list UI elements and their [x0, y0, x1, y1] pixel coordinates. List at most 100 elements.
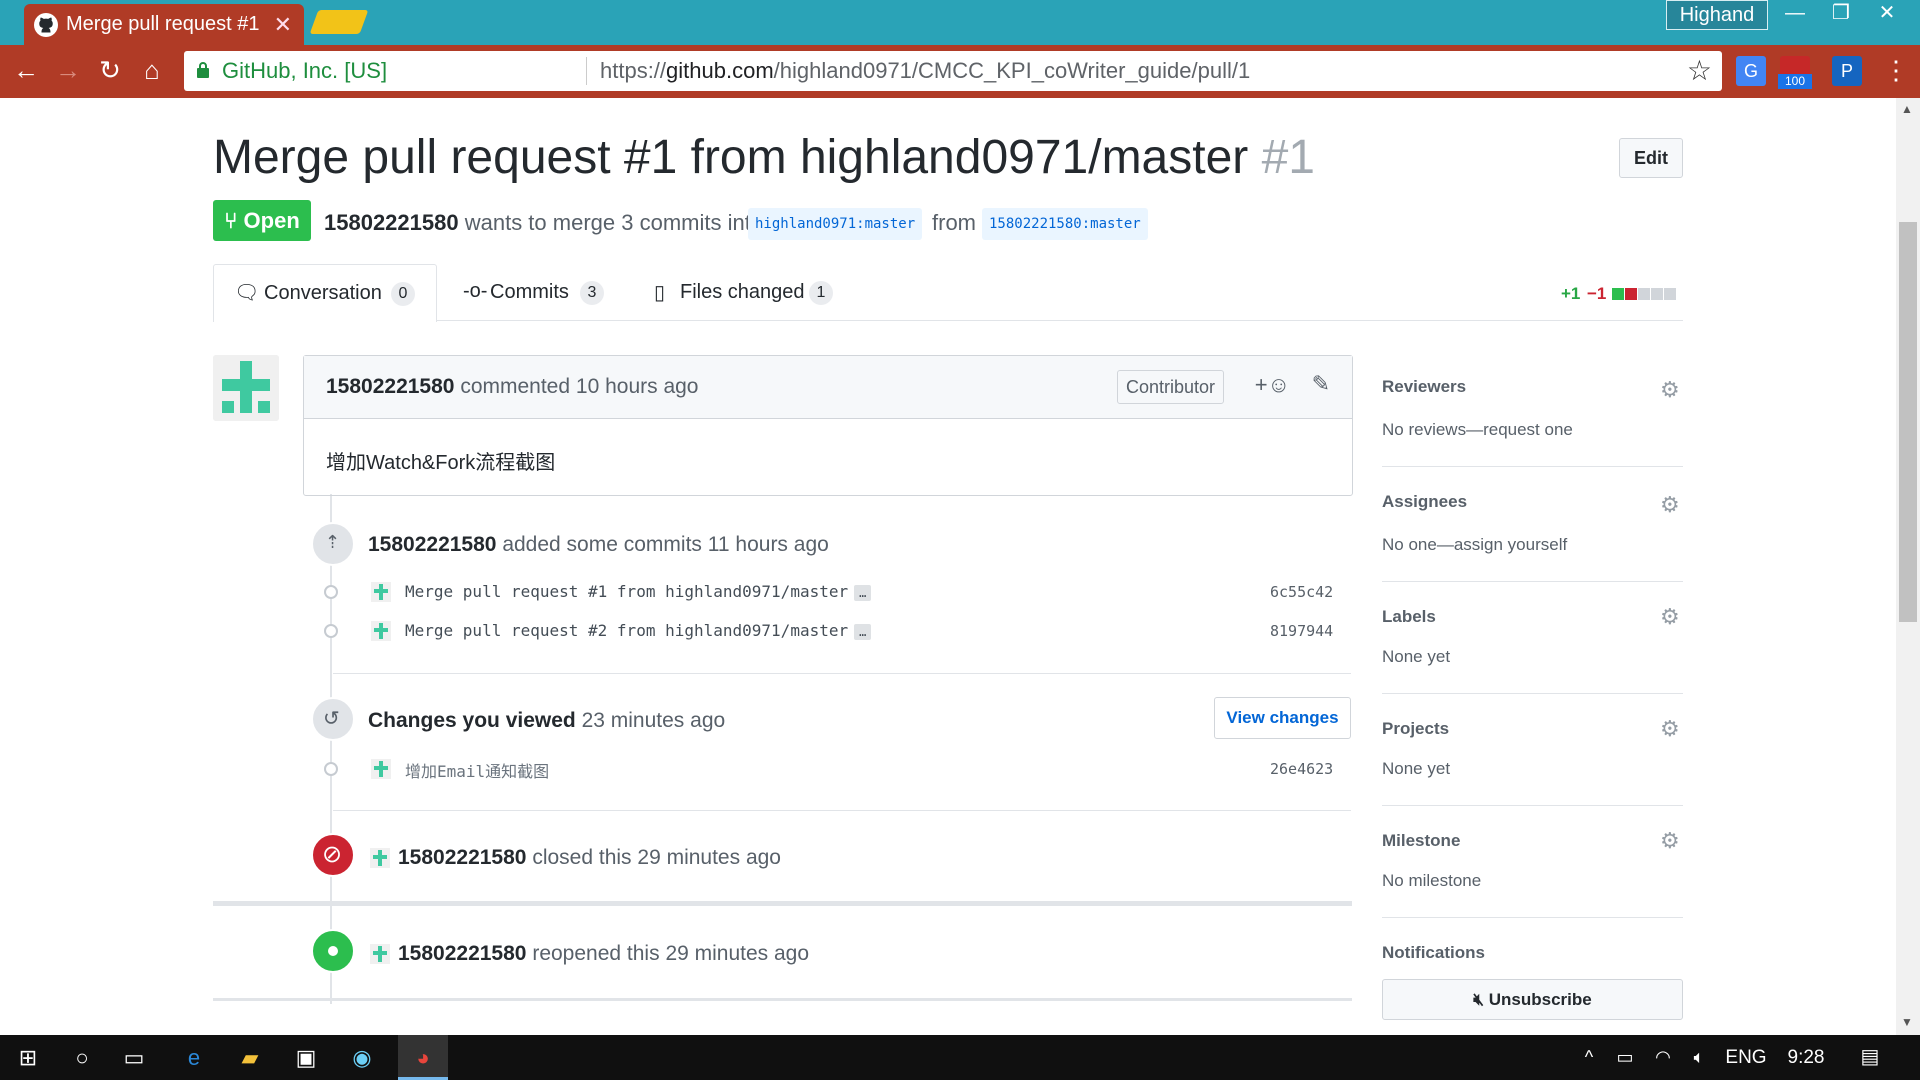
pr-state-badge: ⑂ Open: [213, 200, 311, 241]
edit-pencil-icon[interactable]: ✎: [1312, 371, 1330, 397]
url-text: https://github.com/highland0971/CMCC_KPI…: [600, 58, 1251, 83]
labels-heading[interactable]: Labels: [1382, 607, 1436, 627]
commit-author-avatar[interactable]: [371, 759, 391, 779]
task-view-icon[interactable]: ▭: [114, 1035, 154, 1080]
diffstat-deletions: −1: [1587, 284, 1607, 303]
commit-message[interactable]: Merge pull request #2 from highland0971/…: [405, 621, 872, 640]
commit-sha[interactable]: 6c55c42: [1270, 583, 1333, 601]
milestone-heading[interactable]: Milestone: [1382, 831, 1460, 851]
assignees-value[interactable]: No one—assign yourself: [1382, 535, 1567, 555]
new-tab-button[interactable]: [309, 10, 369, 34]
home-icon[interactable]: ⌂: [134, 52, 170, 88]
edge-browser-icon[interactable]: e: [174, 1035, 214, 1080]
commit-author-avatar[interactable]: [371, 582, 391, 602]
clock[interactable]: 9:28: [1778, 1035, 1834, 1080]
unsubscribe-button[interactable]: 🔇︎ Unsubscribe: [1382, 979, 1683, 1020]
volume-muted-icon[interactable]: 🔈︎: [1684, 1035, 1714, 1080]
tab-counter: 3: [580, 281, 604, 305]
comment-discussion-icon: 🗨: [234, 282, 260, 304]
diffstat-block: [1638, 288, 1650, 300]
divider: [1382, 581, 1683, 582]
windows-start-icon[interactable]: ⊞: [8, 1035, 48, 1080]
file-explorer-icon[interactable]: ▰: [230, 1035, 270, 1080]
restore-icon[interactable]: ❐: [1818, 0, 1864, 28]
file-diff-icon: ▯: [654, 282, 666, 304]
commit-message[interactable]: 增加Email通知截图: [405, 758, 549, 782]
action-center-icon[interactable]: ▤: [1848, 1035, 1892, 1080]
reviewers-value[interactable]: No reviews—request one: [1382, 420, 1573, 440]
reopened-dot-icon: [311, 929, 355, 973]
divider: [1382, 693, 1683, 694]
assignees-heading[interactable]: Assignees: [1382, 492, 1467, 512]
add-reaction-icon[interactable]: +☺: [1255, 372, 1290, 398]
extension-icon[interactable]: P: [1832, 56, 1862, 86]
tray-chevron-icon[interactable]: ^: [1576, 1035, 1602, 1080]
timeline-line: [330, 494, 332, 1004]
view-changes-button[interactable]: View changes: [1214, 697, 1351, 739]
github-logo-icon: [34, 13, 58, 37]
changes-viewed-event: Changes you viewed 23 minutes ago: [368, 709, 726, 732]
cortana-search-icon[interactable]: ○: [62, 1035, 102, 1080]
store-icon[interactable]: ▣: [286, 1035, 326, 1080]
window-close-icon[interactable]: ✕: [1864, 0, 1910, 28]
diffstat-block: [1664, 288, 1676, 300]
browser-tab[interactable]: Merge pull request #1 ✕: [24, 4, 304, 45]
reload-icon[interactable]: ↻: [92, 52, 128, 88]
bookmark-star-icon[interactable]: ☆: [1687, 54, 1712, 87]
scrollbar-thumb[interactable]: [1899, 222, 1917, 622]
reviewers-gear-icon[interactable]: ⚙: [1660, 377, 1682, 402]
reviewers-heading[interactable]: Reviewers: [1382, 377, 1466, 397]
event-author-avatar[interactable]: [370, 944, 390, 964]
projects-gear-icon[interactable]: ⚙: [1660, 716, 1682, 741]
security-label: GitHub, Inc. [US]: [222, 58, 388, 83]
from-text: from: [932, 210, 976, 235]
diffstat-block: [1651, 288, 1663, 300]
scroll-down-icon[interactable]: ▼: [1901, 1015, 1913, 1029]
assignees-gear-icon[interactable]: ⚙: [1660, 492, 1682, 517]
avatar[interactable]: [213, 355, 279, 421]
scroll-up-icon[interactable]: ▲: [1901, 102, 1913, 116]
divider: [1382, 466, 1683, 467]
commits-added-event: 15802221580 added some commits 11 hours …: [368, 533, 829, 556]
back-arrow-icon[interactable]: ←: [8, 52, 44, 88]
diffstat-additions: +1: [1561, 284, 1581, 303]
tab-files-changed[interactable]: ▯ Files changed 1: [652, 264, 842, 321]
event-author-avatar[interactable]: [370, 848, 390, 868]
edit-title-button[interactable]: Edit: [1619, 138, 1683, 178]
translate-extension-icon[interactable]: G: [1736, 56, 1766, 86]
projects-value: None yet: [1382, 759, 1451, 778]
commit-author-avatar[interactable]: [371, 621, 391, 641]
address-bar[interactable]: GitHub, Inc. [US] https://github.com/hig…: [184, 51, 1722, 91]
app-icon[interactable]: ◉: [342, 1035, 382, 1080]
labels-gear-icon[interactable]: ⚙: [1660, 604, 1682, 629]
projects-heading[interactable]: Projects: [1382, 719, 1449, 739]
comment-card: 15802221580 commented 10 hours ago Contr…: [303, 355, 1353, 496]
commit-dot-icon: [324, 762, 338, 776]
tab-title: Merge pull request #1: [66, 13, 260, 35]
timeline-break: [213, 998, 1352, 1001]
milestone-gear-icon[interactable]: ⚙: [1660, 828, 1682, 853]
divider: [333, 810, 1351, 811]
base-branch[interactable]: highland0971:master: [748, 208, 923, 240]
tab-close-icon[interactable]: ✕: [274, 12, 292, 38]
tab-counter: 1: [809, 281, 833, 305]
commit-message[interactable]: Merge pull request #1 from highland0971/…: [405, 582, 872, 601]
profile-button[interactable]: Highand: [1666, 0, 1768, 30]
tab-conversation[interactable]: 🗨 Conversation 0: [213, 264, 437, 322]
forward-arrow-icon[interactable]: →: [50, 52, 86, 88]
notifications-heading: Notifications: [1382, 943, 1485, 962]
menu-icon[interactable]: ⋮: [1878, 52, 1914, 88]
adblock-extension-icon[interactable]: 100: [1778, 56, 1812, 89]
minimize-icon[interactable]: —: [1772, 0, 1818, 28]
page-title: Merge pull request #1 from highland0971/…: [213, 131, 1315, 184]
language-indicator[interactable]: ENG: [1718, 1035, 1774, 1080]
commit-sha[interactable]: 26e4623: [1270, 760, 1333, 778]
commit-dot-icon: [324, 585, 338, 599]
head-branch[interactable]: 15802221580:master: [982, 208, 1148, 240]
tab-commits[interactable]: -o- Commits 3: [460, 264, 620, 321]
wifi-icon[interactable]: ◠: [1648, 1035, 1678, 1080]
battery-icon[interactable]: ▭: [1610, 1035, 1640, 1080]
commit-sha[interactable]: 8197944: [1270, 622, 1333, 640]
chrome-taskbar-icon[interactable]: ◕: [398, 1035, 448, 1080]
divider: [1382, 917, 1683, 918]
